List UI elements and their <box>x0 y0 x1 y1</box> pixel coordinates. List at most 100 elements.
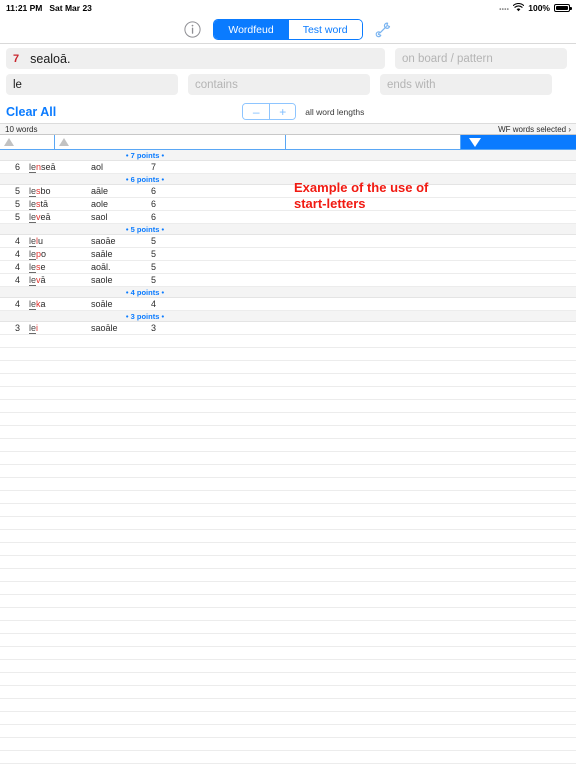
ends-with-input[interactable]: ends with <box>380 74 552 95</box>
points-group-header: • 5 points • <box>0 224 576 235</box>
cell-points: 4 <box>151 299 157 309</box>
starts-with-input[interactable]: le <box>6 74 178 95</box>
clear-all-button[interactable]: Clear All <box>6 105 56 119</box>
cell-remaining: aoāl. <box>91 262 111 272</box>
empty-row <box>0 361 576 374</box>
empty-row <box>0 595 576 608</box>
cell-word: lelu <box>29 236 44 247</box>
status-bar: 11:21 PM Sat Mar 23 •••• 100% <box>0 0 576 16</box>
table-row[interactable]: 4 levā saole 5 <box>0 274 576 287</box>
cell-points: 6 <box>151 186 157 196</box>
contains-input[interactable]: contains <box>188 74 370 95</box>
contains-placeholder: contains <box>195 78 238 91</box>
cell-word: lese <box>29 262 46 273</box>
board-pattern-input[interactable]: on board / pattern <box>395 48 567 69</box>
app-toolbar: Wordfeud Test word <box>0 16 576 44</box>
cell-remaining: saole <box>91 275 113 285</box>
empty-row <box>0 556 576 569</box>
points-group-label: • 7 points • <box>125 150 165 160</box>
rack-value: sealoā. <box>30 51 71 66</box>
table-row[interactable]: 4 lelu saoāe 5 <box>0 235 576 248</box>
mode-segmented-control[interactable]: Wordfeud Test word <box>213 19 363 40</box>
table-row[interactable]: 4 leka soāle 4 <box>0 298 576 311</box>
points-group-header: • 6 points • <box>0 174 576 185</box>
cell-length: 4 <box>14 236 20 246</box>
status-date: Sat Mar 23 <box>49 3 92 13</box>
sort-by-remaining[interactable] <box>286 135 461 149</box>
empty-row <box>0 335 576 348</box>
empty-row <box>0 374 576 387</box>
sort-bar <box>0 135 576 150</box>
triangle-down-icon <box>469 137 481 147</box>
start-letters: le <box>29 212 37 223</box>
empty-row <box>0 504 576 517</box>
start-letters: le <box>29 236 37 247</box>
cell-word: lei <box>29 323 39 334</box>
cell-points: 7 <box>151 162 157 172</box>
cell-points: 5 <box>151 262 157 272</box>
empty-row <box>0 660 576 673</box>
empty-row <box>0 738 576 751</box>
word-length-stepper[interactable]: – + <box>242 103 297 120</box>
table-row[interactable]: 6 lenseā aol 7 <box>0 161 576 174</box>
empty-row <box>0 543 576 556</box>
empty-row <box>0 686 576 699</box>
battery-full-icon <box>554 4 572 12</box>
start-letters: le <box>29 162 37 173</box>
start-letters: le <box>29 299 37 310</box>
cell-length: 6 <box>14 162 20 172</box>
empty-row <box>0 673 576 686</box>
search-fields: 7 sealoā. on board / pattern le contains… <box>0 44 576 95</box>
tab-test-word[interactable]: Test word <box>287 20 362 39</box>
controls-row: Clear All – + all word lengths <box>0 100 576 123</box>
table-row[interactable]: 5 leveā saol 6 <box>0 211 576 224</box>
empty-row <box>0 725 576 738</box>
cell-remaining: saoāe <box>91 236 116 246</box>
tab-wordfeud[interactable]: Wordfeud <box>214 20 288 39</box>
table-row[interactable]: 4 lepo saāle 5 <box>0 248 576 261</box>
empty-row <box>0 530 576 543</box>
empty-row <box>0 465 576 478</box>
table-row[interactable]: 4 lese aoāl. 5 <box>0 261 576 274</box>
sort-by-word[interactable] <box>55 135 286 149</box>
ends-with-placeholder: ends with <box>387 78 436 91</box>
result-count-bar: 10 words WF words selected › <box>0 123 576 135</box>
table-row[interactable]: 5 lestā aole 6 <box>0 198 576 211</box>
cell-length: 3 <box>14 323 20 333</box>
board-pattern-placeholder: on board / pattern <box>402 52 493 65</box>
wrench-icon[interactable] <box>375 21 392 38</box>
points-group-label: • 4 points • <box>125 287 165 297</box>
rack-input[interactable]: 7 sealoā. <box>6 48 385 69</box>
empty-row <box>0 517 576 530</box>
points-group-label: • 6 points • <box>125 174 165 184</box>
info-circle-icon[interactable] <box>184 21 201 38</box>
cell-remaining: saoāle <box>91 323 118 333</box>
empty-row <box>0 699 576 712</box>
signal-dots-icon: •••• <box>499 7 510 13</box>
stepper-minus-button[interactable]: – <box>243 104 270 119</box>
cell-remaining: aol <box>91 162 104 172</box>
cell-length: 4 <box>14 299 20 309</box>
cell-points: 3 <box>151 323 157 333</box>
empty-row <box>0 387 576 400</box>
cell-word: lenseā <box>29 162 56 173</box>
triangle-up-icon <box>59 138 69 146</box>
stepper-plus-button[interactable]: + <box>269 104 296 119</box>
empty-row <box>0 478 576 491</box>
empty-row <box>0 634 576 647</box>
empty-row <box>0 426 576 439</box>
start-letters: le <box>29 249 37 260</box>
table-row[interactable]: 3 lei saoāle 3 <box>0 322 576 335</box>
cell-points: 6 <box>151 212 157 222</box>
cell-length: 4 <box>14 249 20 259</box>
table-row[interactable]: 5 lesbo aāle 6 <box>0 185 576 198</box>
sort-by-points[interactable] <box>461 135 576 149</box>
sort-by-length[interactable] <box>0 135 55 149</box>
cell-points: 5 <box>151 236 157 246</box>
cell-word: lesbo <box>29 186 51 197</box>
cell-length: 4 <box>14 262 20 272</box>
dictionary-selector[interactable]: WF words selected › <box>498 125 571 134</box>
empty-row <box>0 582 576 595</box>
empty-row <box>0 621 576 634</box>
word-list: • 7 points • 6 lenseā aol 7 • 6 points • 5 lesb… <box>0 150 576 768</box>
